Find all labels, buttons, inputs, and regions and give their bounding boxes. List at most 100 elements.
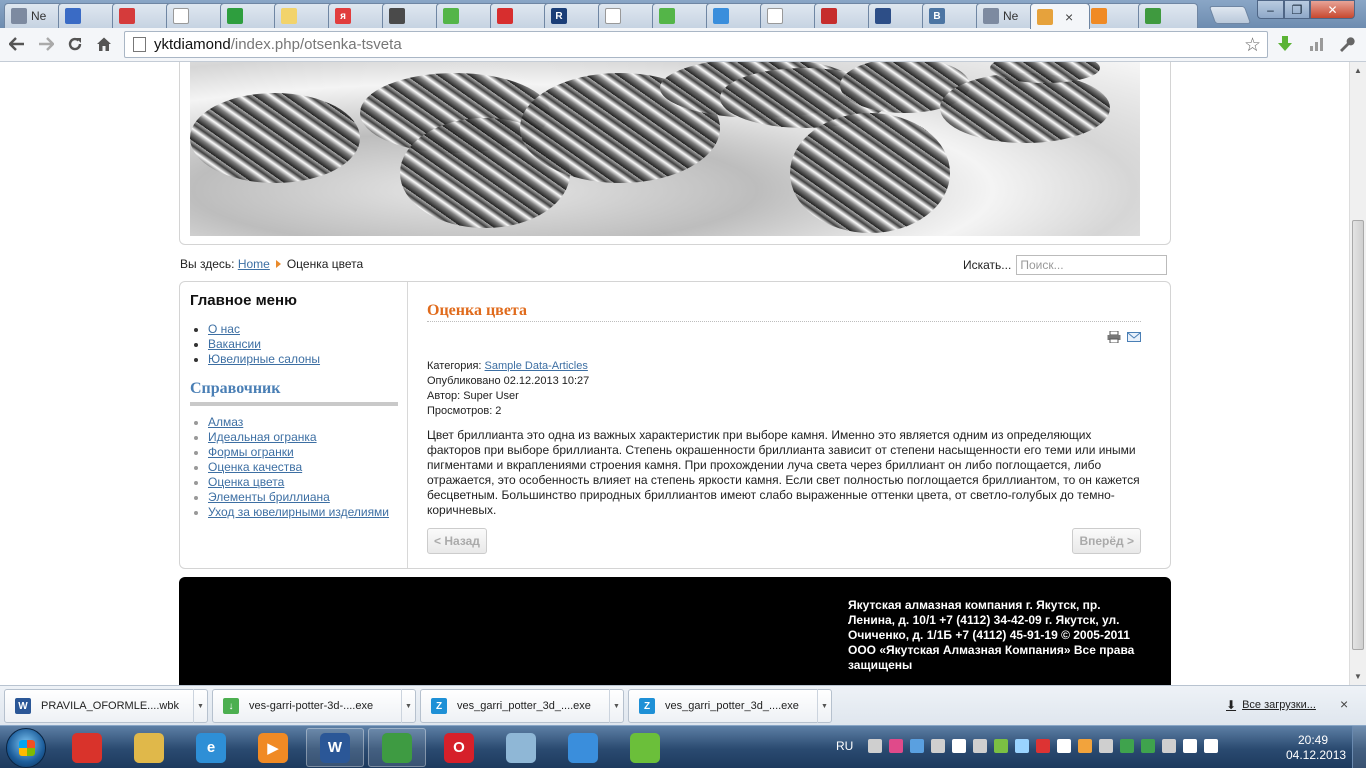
- stats-extension-icon[interactable]: [1307, 34, 1327, 54]
- browser-tab[interactable]: B: [922, 3, 982, 28]
- print-icon[interactable]: [1107, 330, 1121, 344]
- browser-tab[interactable]: [58, 3, 118, 28]
- browser-tab[interactable]: [490, 3, 550, 28]
- tray-icon[interactable]: [1078, 739, 1092, 753]
- browser-tab[interactable]: [598, 3, 658, 28]
- download-extension-icon[interactable]: [1275, 34, 1295, 54]
- menu-link-about[interactable]: О нас: [208, 322, 240, 336]
- download-menu-icon[interactable]: ▼: [193, 689, 207, 723]
- browser-tab[interactable]: [166, 3, 226, 28]
- page-scrollbar[interactable]: ▲ ▼: [1349, 62, 1366, 685]
- search-input[interactable]: [1016, 255, 1168, 275]
- forward-arrow-icon[interactable]: [35, 33, 57, 55]
- prev-page-button[interactable]: < Назад: [427, 528, 487, 554]
- chrome-app[interactable]: [368, 728, 426, 767]
- browser-tab[interactable]: [436, 3, 496, 28]
- home-icon[interactable]: [93, 33, 115, 55]
- scrollbar-thumb[interactable]: [1352, 220, 1364, 650]
- tab-strip: ‒ ❐ ✕ Ne я R B Ne ×: [0, 0, 1366, 29]
- ref-link-elements[interactable]: Элементы бриллиана: [208, 490, 330, 504]
- close-shelf-button[interactable]: ×: [1340, 696, 1348, 712]
- opera-app[interactable]: O: [430, 728, 488, 767]
- download-item[interactable]: ↓ ves-garri-potter-3d-....exe ▼: [212, 689, 416, 723]
- tray-icon[interactable]: [1099, 739, 1113, 753]
- tray-icon[interactable]: [1204, 739, 1218, 753]
- browser-tab[interactable]: [274, 3, 334, 28]
- download-item[interactable]: W PRAVILA_OFORMLE....wbk ▼: [4, 689, 208, 723]
- browser-tab[interactable]: R: [544, 3, 604, 28]
- browser-tab[interactable]: [220, 3, 280, 28]
- word-app[interactable]: W: [306, 728, 364, 767]
- ref-link-color[interactable]: Оценка цвета: [208, 475, 284, 489]
- tray-icon[interactable]: [1120, 739, 1134, 753]
- bookmark-star-icon[interactable]: ☆: [1244, 34, 1261, 57]
- tray-icon[interactable]: [952, 739, 966, 753]
- tray-icon[interactable]: [931, 739, 945, 753]
- tray-icon[interactable]: [910, 739, 924, 753]
- download-menu-icon[interactable]: ▼: [401, 689, 415, 723]
- menu-link-salons[interactable]: Ювелирные салоны: [208, 352, 320, 366]
- tray-icon[interactable]: [1183, 739, 1197, 753]
- acrobat-app[interactable]: [58, 728, 116, 767]
- back-arrow-icon[interactable]: [6, 33, 28, 55]
- notepad-app[interactable]: [492, 728, 550, 767]
- scroll-up-icon[interactable]: ▲: [1354, 66, 1362, 75]
- wrench-menu-icon[interactable]: [1336, 34, 1356, 54]
- browser-tab[interactable]: Ne: [4, 3, 64, 28]
- tray-icon[interactable]: [868, 739, 882, 753]
- reload-icon[interactable]: [64, 33, 86, 55]
- ref-link-care[interactable]: Уход за ювелирными изделиями: [208, 505, 389, 519]
- tray-icon[interactable]: [994, 739, 1008, 753]
- browser-tab[interactable]: [382, 3, 442, 28]
- ref-link-ideal-cut[interactable]: Идеальная огранка: [208, 430, 317, 444]
- tray-icon[interactable]: [1057, 739, 1071, 753]
- browser-tab[interactable]: [868, 3, 928, 28]
- browser-tab[interactable]: [1138, 3, 1198, 28]
- browser-tab[interactable]: [814, 3, 874, 28]
- tray-icon[interactable]: [1162, 739, 1176, 753]
- minimize-button[interactable]: ‒: [1257, 0, 1284, 19]
- email-icon[interactable]: [1127, 331, 1141, 343]
- address-bar[interactable]: yktdiamond/index.php/otsenka-tsveta ☆: [124, 31, 1268, 58]
- download-item[interactable]: Zves_garri_potter_3d_....exe ▼: [420, 689, 624, 723]
- tray-icon[interactable]: [1141, 739, 1155, 753]
- close-window-button[interactable]: ✕: [1310, 0, 1355, 19]
- menu-link-vacancies[interactable]: Вакансии: [208, 337, 261, 351]
- browser-tab[interactable]: [706, 3, 766, 28]
- tray-icon[interactable]: [1036, 739, 1050, 753]
- download-item[interactable]: Zves_garri_potter_3d_....exe ▼: [628, 689, 832, 723]
- browser-tab[interactable]: ×: [1030, 3, 1090, 29]
- browser-tab[interactable]: [112, 3, 172, 28]
- next-page-button[interactable]: Вперёд >: [1072, 528, 1141, 554]
- game-app[interactable]: [616, 728, 674, 767]
- close-tab-icon[interactable]: ×: [1065, 9, 1073, 25]
- internet-explorer-app[interactable]: e: [182, 728, 240, 767]
- breadcrumb-home-link[interactable]: Home: [238, 257, 270, 271]
- browser-tab[interactable]: Ne: [976, 3, 1036, 28]
- tray-icon[interactable]: [889, 739, 903, 753]
- explorer-app[interactable]: [120, 728, 178, 767]
- browser-tab[interactable]: [652, 3, 712, 28]
- language-indicator[interactable]: RU: [836, 739, 853, 753]
- start-button[interactable]: [6, 728, 46, 768]
- paint-app[interactable]: [554, 728, 612, 767]
- new-tab-button[interactable]: [1208, 6, 1252, 24]
- tray-icon[interactable]: [1015, 739, 1029, 753]
- browser-tab[interactable]: я: [328, 3, 388, 28]
- download-menu-icon[interactable]: ▼: [817, 689, 831, 723]
- download-menu-icon[interactable]: ▼: [609, 689, 623, 723]
- tray-icon[interactable]: [973, 739, 987, 753]
- all-downloads-link[interactable]: ⬇ Все загрузки...: [1226, 698, 1316, 712]
- clock[interactable]: 20:49 04.12.2013: [1286, 733, 1346, 763]
- ref-link-diamond[interactable]: Алмаз: [208, 415, 243, 429]
- show-desktop-button[interactable]: [1352, 726, 1366, 768]
- ref-link-cut-shapes[interactable]: Формы огранки: [208, 445, 294, 459]
- browser-tab[interactable]: [1084, 3, 1144, 28]
- ref-link-quality[interactable]: Оценка качества: [208, 460, 302, 474]
- media-player-app[interactable]: ▶: [244, 728, 302, 767]
- download-arrow-icon: ⬇: [1226, 698, 1237, 712]
- scroll-down-icon[interactable]: ▼: [1354, 672, 1362, 681]
- maximize-button[interactable]: ❐: [1284, 0, 1310, 19]
- category-link[interactable]: Sample Data-Articles: [485, 360, 588, 372]
- browser-tab[interactable]: [760, 3, 820, 28]
